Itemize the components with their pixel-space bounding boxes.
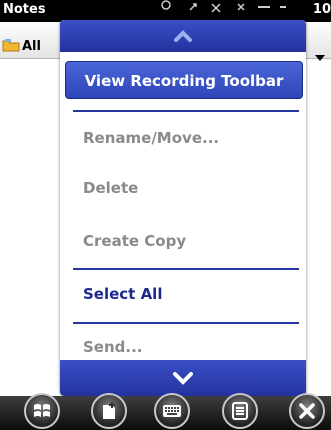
menu-separator: [73, 322, 299, 324]
context-menu: View Recording Toolbar Rename/Move... De…: [60, 20, 306, 396]
folder-name: All: [22, 39, 41, 54]
clock[interactable]: 10: [313, 2, 331, 17]
chevron-down-icon: [173, 372, 193, 385]
menu-item-create-copy[interactable]: Create Copy: [74, 226, 298, 256]
start-button[interactable]: [24, 393, 60, 429]
status-bar: Notes 10: [0, 0, 331, 22]
windows-start-icon: [34, 404, 50, 417]
menu-button[interactable]: [222, 393, 258, 429]
close-icon: [299, 403, 315, 419]
new-note-button[interactable]: [91, 393, 127, 429]
status-icons[interactable]: [160, 0, 310, 22]
scroll-up-button[interactable]: [60, 20, 306, 52]
folder-icon: [2, 39, 20, 52]
menu-item-rename-move[interactable]: Rename/Move...: [74, 123, 298, 153]
menu-separator: [73, 110, 299, 112]
chevron-up-icon: [174, 30, 192, 42]
close-button[interactable]: [289, 393, 325, 429]
folder-dropdown-icon[interactable]: [315, 55, 325, 61]
menu-separator: [73, 268, 299, 270]
menu-item-view-recording-toolbar[interactable]: View Recording Toolbar: [65, 61, 303, 99]
menu-item-send[interactable]: Send...: [74, 332, 298, 362]
keyboard-button[interactable]: [154, 393, 190, 429]
scroll-down-button[interactable]: [60, 360, 306, 396]
app-title: Notes: [3, 2, 46, 17]
menu-item-delete[interactable]: Delete: [74, 173, 298, 203]
status-icons-graphic: [161, 0, 286, 13]
menu-list-icon: [232, 402, 248, 420]
keyboard-icon: [163, 405, 181, 417]
new-note-icon: [103, 402, 115, 419]
menu-item-select-all[interactable]: Select All: [74, 279, 298, 309]
